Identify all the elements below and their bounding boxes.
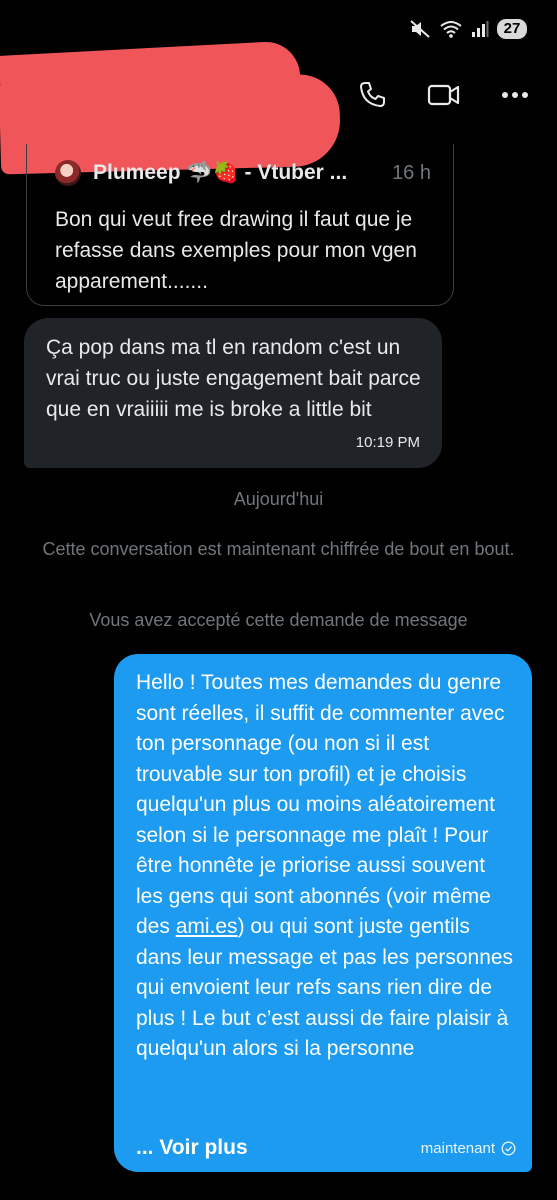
incoming-message-text: Ça pop dans ma tl en random c'est un vra… (46, 336, 421, 421)
quoted-post-text: Bon qui veut free drawing il faut que je… (55, 208, 417, 293)
inline-link[interactable]: ami.es (176, 915, 238, 938)
outgoing-text-part: Hello ! Toutes mes demandes du genre son… (136, 671, 505, 938)
wifi-icon (439, 19, 463, 39)
request-accepted-notice: Vous avez accepté cette demande de messa… (89, 610, 468, 630)
quoted-post-header: Plumeep 🦈🍓 - Vtuber ... 16 h (55, 156, 431, 190)
sent-status: maintenant (421, 1140, 516, 1157)
encryption-notice: Cette conversation est maintenant chiffr… (42, 539, 515, 559)
check-circle-icon (501, 1141, 516, 1156)
header-actions (357, 80, 529, 110)
incoming-message-time: 10:19 PM (355, 434, 420, 451)
incoming-message[interactable]: Ça pop dans ma tl en random c'est un vra… (24, 318, 442, 468)
outgoing-message-time: maintenant (420, 1139, 495, 1157)
quoted-post-author: Plumeep 🦈🍓 - Vtuber ... (93, 161, 348, 184)
more-icon[interactable] (501, 91, 529, 99)
avatar (55, 160, 81, 186)
phone-icon[interactable] (357, 80, 387, 110)
outgoing-message-footer: ... Voir plus maintenant (136, 1134, 516, 1162)
outgoing-message[interactable]: Hello ! Toutes mes demandes du genre son… (114, 654, 532, 1172)
battery-indicator: 27 (497, 19, 527, 39)
quoted-post[interactable]: Plumeep 🦈🍓 - Vtuber ... 16 h Bon qui veu… (26, 144, 454, 306)
outgoing-message-text: Hello ! Toutes mes demandes du genre son… (136, 668, 516, 1065)
status-icons: 27 (409, 18, 527, 40)
signal-icon (471, 20, 489, 38)
see-more-link[interactable]: ... Voir plus (136, 1136, 248, 1160)
mute-icon (409, 18, 431, 40)
conversation-header (0, 40, 557, 175)
quoted-post-time: 16 h (392, 161, 431, 184)
message-list: Plumeep 🦈🍓 - Vtuber ... 16 h Bon qui veu… (0, 138, 557, 1200)
video-call-icon[interactable] (427, 82, 461, 108)
date-separator: Aujourd'hui (233, 489, 324, 509)
